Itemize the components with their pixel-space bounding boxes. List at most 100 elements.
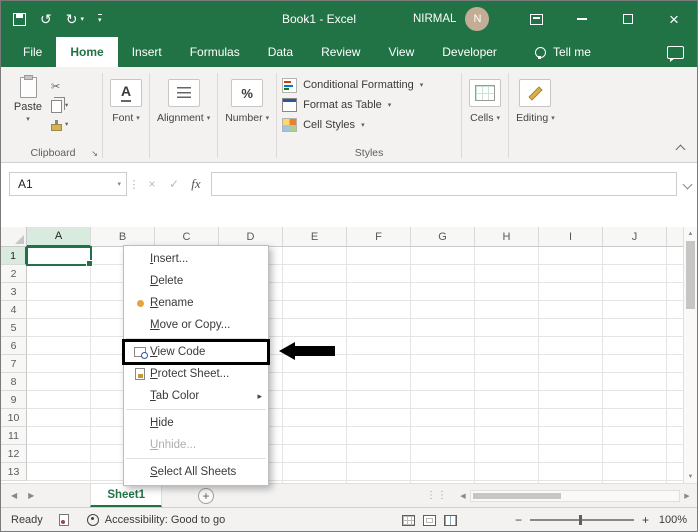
- fill-handle[interactable]: [86, 260, 93, 267]
- menu-item-protect-sheet[interactable]: Protect Sheet...: [124, 363, 268, 385]
- vertical-scrollbar[interactable]: ▲ ▼: [683, 227, 697, 483]
- number-group-button[interactable]: % Number ▾: [219, 69, 275, 162]
- tab-view[interactable]: View: [374, 37, 428, 67]
- minimize-button[interactable]: [559, 1, 605, 37]
- horizontal-scrollbar[interactable]: ◀ ▶: [456, 489, 694, 502]
- horizontal-scrollbar-track[interactable]: [470, 489, 680, 502]
- page-layout-view-icon[interactable]: [422, 514, 436, 526]
- vertical-scrollbar-thumb[interactable]: [686, 241, 695, 309]
- conditional-formatting-button[interactable]: Conditional Formatting ▾: [282, 75, 456, 95]
- row-header-12[interactable]: 12: [1, 445, 27, 463]
- column-header-D[interactable]: D: [219, 227, 283, 247]
- collapse-ribbon-button[interactable]: [675, 144, 686, 155]
- menu-item-move-or-copy[interactable]: Move or Copy...: [124, 314, 268, 336]
- horizontal-scrollbar-thumb[interactable]: [473, 492, 561, 499]
- cells-group-button[interactable]: Cells ▾: [463, 69, 507, 162]
- customize-qat-icon[interactable]: ▾: [97, 14, 102, 24]
- cut-button[interactable]: ✂: [51, 80, 68, 94]
- tab-developer[interactable]: Developer: [428, 37, 511, 67]
- menu-item-view-code[interactable]: View Code: [122, 339, 270, 365]
- row-header-8[interactable]: 8: [1, 373, 27, 391]
- zoom-level[interactable]: 100%: [657, 514, 687, 526]
- row-header-10[interactable]: 10: [1, 409, 27, 427]
- zoom-slider-thumb[interactable]: [578, 515, 582, 525]
- cell-styles-button[interactable]: Cell Styles ▾: [282, 115, 456, 135]
- tab-data[interactable]: Data: [254, 37, 307, 67]
- menu-item-hide[interactable]: Hide: [124, 412, 268, 434]
- row-header-5[interactable]: 5: [1, 319, 27, 337]
- formula-bar-splitter[interactable]: ⋮: [127, 178, 141, 191]
- comments-icon[interactable]: [667, 46, 684, 62]
- row-header-6[interactable]: 6: [1, 337, 27, 355]
- column-header-E[interactable]: E: [283, 227, 347, 247]
- accessibility-status[interactable]: Accessibility: Good to go: [105, 514, 225, 526]
- cancel-button[interactable]: ×: [141, 177, 163, 191]
- record-macro-icon[interactable]: [58, 514, 69, 526]
- normal-view-icon[interactable]: [401, 514, 415, 526]
- scroll-up-icon[interactable]: ▲: [684, 227, 697, 240]
- alignment-group-button[interactable]: Alignment ▾: [151, 69, 216, 162]
- menu-item-insert[interactable]: Insert...: [124, 248, 268, 270]
- zoom-in-button[interactable]: +: [642, 513, 649, 527]
- row-header-1[interactable]: 1: [1, 247, 27, 265]
- menu-item-select-all-sheets[interactable]: Select All Sheets: [124, 461, 268, 483]
- format-as-table-button[interactable]: Format as Table ▾: [282, 95, 456, 115]
- row-header-3[interactable]: 3: [1, 283, 27, 301]
- font-group-button[interactable]: A Font ▾: [104, 69, 148, 162]
- column-header-A[interactable]: A: [27, 227, 91, 247]
- name-box[interactable]: A1 ▾: [9, 172, 127, 196]
- copy-button[interactable]: ▾: [51, 99, 68, 113]
- column-header-B[interactable]: B: [91, 227, 155, 247]
- tab-formulas[interactable]: Formulas: [176, 37, 254, 67]
- tab-splitter-dots[interactable]: ⋮⋮: [426, 490, 448, 501]
- row-header-9[interactable]: 9: [1, 391, 27, 409]
- zoom-slider[interactable]: [529, 515, 634, 525]
- menu-item-tab-color[interactable]: Tab Color ▸: [124, 385, 268, 407]
- row-header-4[interactable]: 4: [1, 301, 27, 319]
- scroll-right-icon[interactable]: ▶: [680, 492, 694, 500]
- ribbon-display-options-button[interactable]: [513, 1, 559, 37]
- name-box-dropdown-icon[interactable]: ▾: [117, 180, 121, 188]
- tab-home[interactable]: Home: [56, 37, 118, 67]
- save-icon[interactable]: [13, 12, 26, 26]
- row-header-13[interactable]: 13: [1, 463, 27, 481]
- page-break-view-icon[interactable]: [443, 514, 457, 526]
- insert-function-button[interactable]: fx: [185, 176, 207, 192]
- tell-me-button[interactable]: Tell me: [534, 37, 591, 67]
- avatar[interactable]: N: [465, 7, 490, 31]
- menu-item-rename[interactable]: Rename: [124, 292, 268, 314]
- close-button[interactable]: ×: [651, 1, 697, 37]
- paste-button[interactable]: Paste ▾: [5, 73, 51, 144]
- enter-button[interactable]: ✓: [163, 177, 185, 191]
- sheet-tab-sheet1[interactable]: Sheet1: [90, 484, 163, 507]
- tab-file[interactable]: File: [9, 37, 56, 67]
- previous-sheet-icon[interactable]: ◀: [11, 491, 17, 500]
- column-header-I[interactable]: I: [539, 227, 603, 247]
- column-header-H[interactable]: H: [475, 227, 539, 247]
- dialog-launcher-icon[interactable]: ↘: [91, 150, 98, 158]
- row-header-7[interactable]: 7: [1, 355, 27, 373]
- format-painter-button[interactable]: ▾: [51, 118, 68, 132]
- editing-group-button[interactable]: Editing ▾: [510, 69, 561, 162]
- select-all-button[interactable]: [1, 227, 27, 247]
- row-header-2[interactable]: 2: [1, 265, 27, 283]
- scroll-down-icon[interactable]: ▼: [684, 470, 697, 483]
- column-header-C[interactable]: C: [155, 227, 219, 247]
- tab-insert[interactable]: Insert: [118, 37, 176, 67]
- column-header-F[interactable]: F: [347, 227, 411, 247]
- new-sheet-button[interactable]: +: [198, 487, 215, 504]
- undo-icon[interactable]: ↺: [40, 12, 52, 26]
- menu-item-delete[interactable]: Delete: [124, 270, 268, 292]
- tab-review[interactable]: Review: [307, 37, 374, 67]
- maximize-button[interactable]: [605, 1, 651, 37]
- scroll-left-icon[interactable]: ◀: [456, 492, 470, 500]
- next-sheet-icon[interactable]: ▶: [28, 491, 34, 500]
- column-header-J[interactable]: J: [603, 227, 667, 247]
- account-area[interactable]: NIRMAL N: [413, 7, 490, 31]
- redo-button[interactable]: ↻ ▾: [66, 12, 84, 26]
- formula-input[interactable]: [211, 172, 677, 196]
- zoom-out-button[interactable]: −: [515, 513, 522, 527]
- column-header-G[interactable]: G: [411, 227, 475, 247]
- formula-bar-expand-button[interactable]: [677, 179, 697, 189]
- row-header-11[interactable]: 11: [1, 427, 27, 445]
